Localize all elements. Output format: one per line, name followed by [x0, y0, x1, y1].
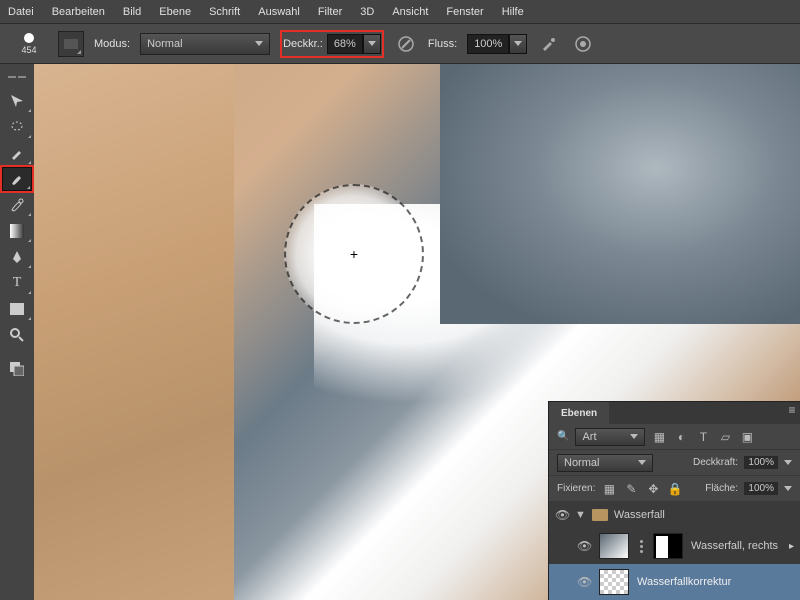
pen-tool[interactable]	[2, 245, 32, 269]
layer-fx-icon[interactable]: ▸	[789, 541, 794, 552]
lock-all-icon[interactable]: 🔒	[667, 481, 683, 497]
layer-name[interactable]: Wasserfall, rechts	[691, 540, 778, 552]
link-icon	[637, 540, 645, 553]
menu-file[interactable]: Datei	[8, 6, 34, 18]
type-tool[interactable]: T	[2, 271, 32, 295]
brush-cursor	[284, 184, 424, 324]
flow-dropdown[interactable]	[509, 34, 527, 54]
panel-grip[interactable]	[0, 70, 34, 84]
menu-select[interactable]: Auswahl	[258, 6, 300, 18]
layer-name[interactable]: Wasserfallkorrektur	[637, 576, 731, 588]
opacity-dropdown[interactable]	[363, 34, 381, 54]
flow-label: Fluss:	[428, 38, 457, 50]
layers-panel: Ebenen ≡ 🔍 Art ▦ ◐ T ▱ ▣ Normal Deckkraf…	[548, 401, 800, 600]
chevron-down-icon	[630, 434, 638, 439]
filter-value: Art	[582, 431, 596, 443]
folder-icon	[592, 509, 608, 521]
blend-mode-value: Normal	[147, 38, 182, 50]
move-tool[interactable]	[2, 89, 32, 113]
airbrush-icon[interactable]	[537, 32, 561, 56]
chevron-down-icon	[514, 41, 522, 46]
chevron-down-icon	[638, 460, 646, 465]
pressure-opacity-icon[interactable]	[394, 32, 418, 56]
filter-image-icon[interactable]: ▦	[651, 429, 667, 445]
gradient-tool[interactable]	[2, 219, 32, 243]
layer-thumb[interactable]	[599, 569, 629, 595]
chevron-down-icon	[255, 41, 263, 46]
chevron-down-icon[interactable]	[784, 460, 792, 465]
menu-view[interactable]: Ansicht	[392, 6, 428, 18]
menu-type[interactable]: Schrift	[209, 6, 240, 18]
menu-filter[interactable]: Filter	[318, 6, 342, 18]
eyedropper-tool[interactable]	[2, 141, 32, 165]
lock-paint-icon[interactable]: ✎	[623, 481, 639, 497]
tools-panel: T	[0, 64, 34, 600]
lock-position-icon[interactable]: ✥	[645, 481, 661, 497]
fill-label: Fläche:	[705, 483, 738, 494]
flow-input[interactable]: 100%	[467, 33, 527, 55]
panel-menu-icon[interactable]: ≡	[784, 402, 800, 418]
filter-type-icon[interactable]: T	[695, 429, 711, 445]
history-brush-tool[interactable]	[2, 193, 32, 217]
flow-value: 100%	[467, 34, 509, 54]
menu-help[interactable]: Hilfe	[502, 6, 524, 18]
menu-3d[interactable]: 3D	[360, 6, 374, 18]
menu-image[interactable]: Bild	[123, 6, 141, 18]
menu-edit[interactable]: Bearbeiten	[52, 6, 105, 18]
filter-smart-icon[interactable]: ▣	[739, 429, 755, 445]
layer-blend-value: Normal	[564, 457, 599, 469]
menu-layer[interactable]: Ebene	[159, 6, 191, 18]
layer-group-row[interactable]: 👁 ▼ Wasserfall	[549, 502, 800, 528]
menu-window[interactable]: Fenster	[446, 6, 483, 18]
opacity-value: 68%	[327, 34, 363, 54]
brush-panel-toggle[interactable]	[58, 31, 84, 57]
brush-tool[interactable]	[2, 167, 32, 191]
edit-mode-toggle[interactable]	[2, 357, 32, 381]
blend-mode-select[interactable]: Normal	[140, 33, 270, 55]
visibility-icon[interactable]: 👁	[577, 539, 591, 553]
rectangle-tool[interactable]	[2, 297, 32, 321]
layer-list: 👁 ▼ Wasserfall 👁 Wasserfall, rechts ▸ 👁 …	[549, 502, 800, 600]
opacity-label: Deckkr.:	[283, 38, 323, 50]
lasso-tool[interactable]	[2, 115, 32, 139]
mask-thumb[interactable]	[653, 533, 683, 559]
layer-thumb[interactable]	[599, 533, 629, 559]
layers-tab[interactable]: Ebenen	[549, 402, 609, 424]
options-bar: 454 Modus: Normal Deckkr.: 68% Fluss: 10…	[0, 24, 800, 64]
lock-label: Fixieren:	[557, 483, 595, 494]
chevron-down-icon	[368, 41, 376, 46]
brush-size-value: 454	[21, 45, 36, 55]
filter-shape-icon[interactable]: ▱	[717, 429, 733, 445]
chevron-down-icon[interactable]	[784, 486, 792, 491]
layer-opacity-label: Deckkraft:	[693, 457, 738, 468]
layer-opacity-value[interactable]: 100%	[744, 456, 778, 469]
opacity-highlight: Deckkr.: 68%	[280, 30, 384, 58]
layer-filter-select[interactable]: Art	[575, 428, 645, 446]
layer-row[interactable]: 👁 Wasserfall, rechts ▸	[549, 528, 800, 564]
visibility-icon[interactable]: 👁	[577, 575, 591, 589]
fill-value[interactable]: 100%	[744, 482, 778, 495]
opacity-input[interactable]: 68%	[327, 33, 381, 55]
pressure-size-icon[interactable]	[571, 32, 595, 56]
brush-preset-picker[interactable]: 454	[10, 33, 48, 55]
mode-label: Modus:	[94, 38, 130, 50]
disclosure-icon[interactable]: ▼	[575, 509, 586, 521]
visibility-icon[interactable]: 👁	[555, 508, 569, 522]
filter-adjust-icon[interactable]: ◐	[673, 429, 689, 445]
group-name[interactable]: Wasserfall	[614, 509, 665, 521]
zoom-tool[interactable]	[2, 323, 32, 347]
brush-preview-icon	[24, 33, 34, 43]
layer-blend-select[interactable]: Normal	[557, 454, 653, 472]
lock-pixels-icon[interactable]: ▦	[601, 481, 617, 497]
menu-bar: Datei Bearbeiten Bild Ebene Schrift Ausw…	[0, 0, 800, 24]
layer-row-selected[interactable]: 👁 Wasserfallkorrektur	[549, 564, 800, 600]
